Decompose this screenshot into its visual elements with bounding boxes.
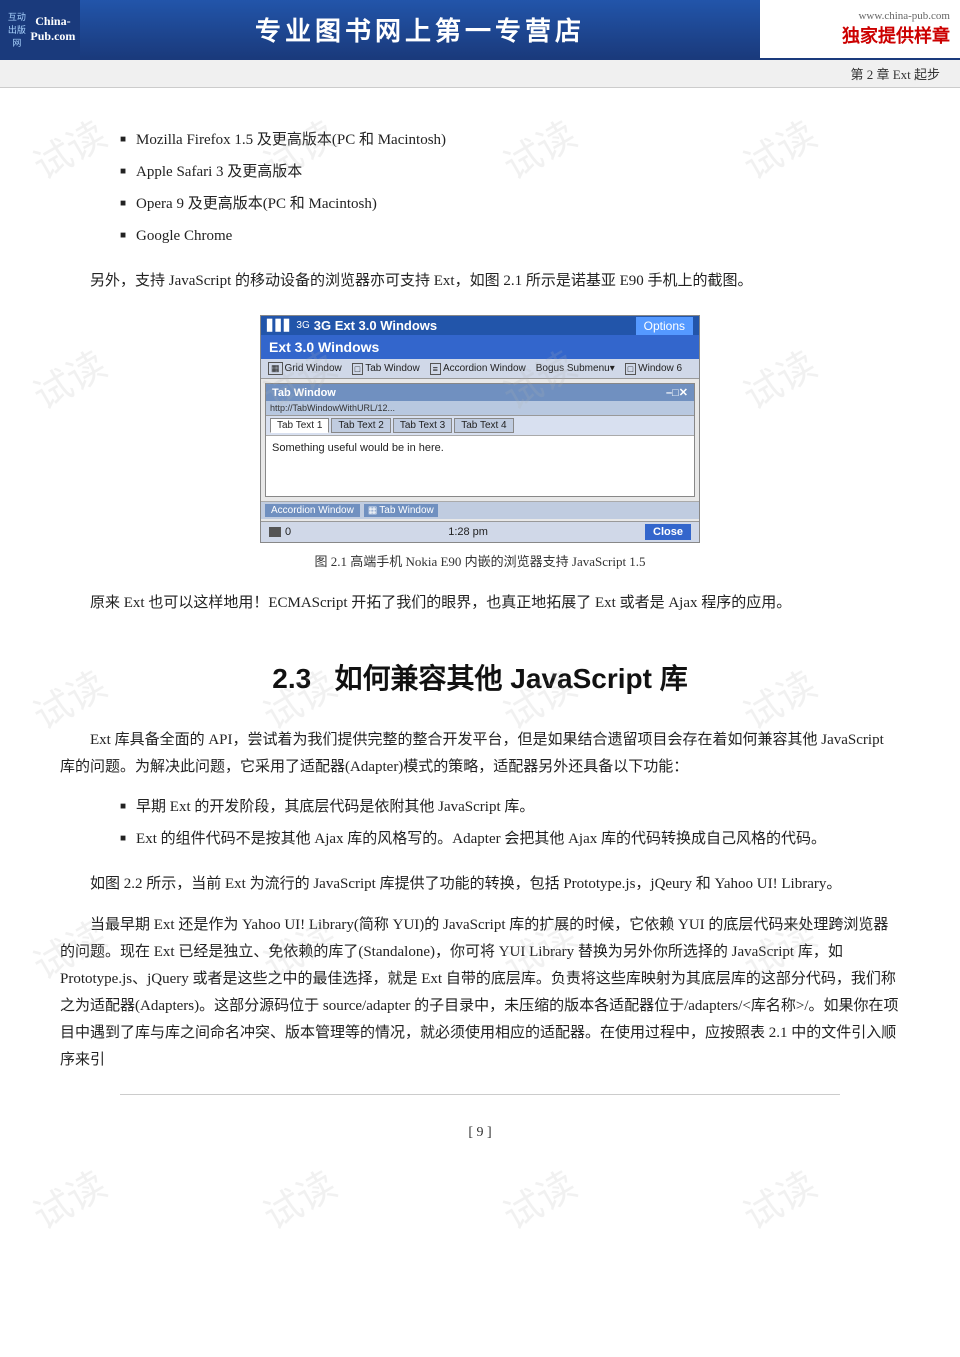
- exclusive-label: 独家提供样章: [842, 22, 950, 48]
- paragraph-3: Ext 库具备全面的 API，尝试着为我们提供完整的整合开发平台，但是如果结合遗…: [60, 727, 900, 781]
- nav-accordion: ≡ Accordion Window: [427, 362, 529, 376]
- chapter-label: 第 2 章 Ext 起步: [850, 64, 940, 83]
- list-item: Opera 9 及更高版本(PC 和 Macintosh): [120, 192, 900, 216]
- phone-bottom-bar: 0 1:28 pm Close: [261, 521, 699, 542]
- logo-site: China-Pub.com: [30, 14, 76, 44]
- ext-window-title: 3G Ext 3.0 Windows: [314, 318, 437, 333]
- logo-top: 互动出版网: [4, 10, 30, 49]
- list-item: Ext 的组件代码不是按其他 Ajax 库的风格写的。Adapter 会把其他 …: [120, 827, 900, 851]
- figure-1: ▋▋▋ 3G 3G Ext 3.0 Windows Options Ext 3.…: [60, 315, 900, 570]
- header-right: www.china-pub.com 独家提供样章: [760, 0, 960, 58]
- menu-icon: [269, 527, 281, 537]
- phone-status-bar: ▋▋▋ 3G 3G Ext 3.0 Windows Options: [261, 316, 699, 335]
- options-btn: Options: [636, 319, 693, 333]
- nav-bogus: Bogus Submenu▾: [533, 362, 618, 375]
- list-item: Mozilla Firefox 1.5 及更高版本(PC 和 Macintosh…: [120, 128, 900, 152]
- header-center: 专业图书网上第一专营店: [80, 0, 760, 58]
- logo: 互动出版网 China-Pub.com: [0, 0, 80, 58]
- list-item: 早期 Ext 的开发阶段，其底层代码是依附其他 JavaScript 库。: [120, 795, 900, 819]
- browser-list: Mozilla Firefox 1.5 及更高版本(PC 和 Macintosh…: [120, 128, 900, 248]
- phone-nav-bar: ▦ Grid Window □ Tab Window ≡ Accordion W…: [261, 359, 699, 379]
- tab-1: Tab Text 1: [270, 418, 329, 433]
- window-content: Something useful would be in here.: [266, 436, 694, 496]
- bottom-left: 0: [269, 526, 291, 538]
- list-item: Apple Safari 3 及更高版本: [120, 160, 900, 184]
- network-label: 3G: [296, 320, 309, 331]
- accordion-item-2: ▦ Tab Window: [364, 504, 438, 517]
- ext-title-bar: Ext 3.0 Windows: [261, 335, 699, 359]
- accordion-item-1: Accordion Window: [265, 504, 360, 517]
- page-header: 互动出版网 China-Pub.com 专业图书网上第一专营店 www.chin…: [0, 0, 960, 60]
- tab-4: Tab Text 4: [454, 418, 513, 433]
- website-url: www.china-pub.com: [858, 10, 950, 22]
- section-title: 2.3 如何兼容其他 JavaScript 库: [60, 657, 900, 697]
- tab-3: Tab Text 3: [393, 418, 452, 433]
- phone-screenshot: ▋▋▋ 3G 3G Ext 3.0 Windows Options Ext 3.…: [260, 315, 700, 543]
- close-button[interactable]: Close: [645, 524, 691, 540]
- figure-caption: 图 2.1 高端手机 Nokia E90 内嵌的浏览器支持 JavaScript…: [314, 551, 645, 570]
- window-tabs: Tab Text 1 Tab Text 2 Tab Text 3 Tab Tex…: [266, 416, 694, 436]
- feature-list: 早期 Ext 的开发阶段，其底层代码是依附其他 JavaScript 库。 Ex…: [120, 795, 900, 851]
- nav-tab: □ Tab Window: [349, 362, 423, 376]
- tab-window: Tab Window –□✕ http://TabWindowWithURL/1…: [265, 383, 695, 497]
- paragraph-4: 如图 2.2 所示，当前 Ext 为流行的 JavaScript 库提供了功能的…: [60, 871, 900, 898]
- nav-grid: ▦ Grid Window: [265, 361, 345, 376]
- paragraph-2: 原来 Ext 也可以这样地用！ECMAScript 开拓了我们的眼界，也真正地拓…: [60, 590, 900, 617]
- page-number: [ 9 ]: [60, 1125, 900, 1141]
- accordion-bar: Accordion Window ▦ Tab Window: [261, 501, 699, 519]
- main-content: Mozilla Firefox 1.5 及更高版本(PC 和 Macintosh…: [0, 88, 960, 1181]
- signal-icon: ▋▋▋: [267, 319, 292, 332]
- section-heading: 2.3 如何兼容其他 JavaScript 库: [60, 657, 900, 697]
- bottom-divider: [120, 1094, 840, 1095]
- url-bar: http://TabWindowWithURL/12...: [266, 401, 694, 416]
- site-tagline: 专业图书网上第一专营店: [255, 11, 585, 48]
- list-item: Google Chrome: [120, 224, 900, 248]
- chapter-bar: 第 2 章 Ext 起步: [0, 60, 960, 88]
- tab-2: Tab Text 2: [331, 418, 390, 433]
- status-left: ▋▋▋ 3G 3G Ext 3.0 Windows: [267, 318, 437, 333]
- paragraph-5: 当最早期 Ext 还是作为 Yahoo UI! Library(简称 YUI)的…: [60, 912, 900, 1074]
- window-title-bar: Tab Window –□✕: [266, 384, 694, 401]
- nav-window6: □ Window 6: [622, 362, 685, 376]
- paragraph-1: 另外，支持 JavaScript 的移动设备的浏览器亦可支持 Ext，如图 2.…: [60, 268, 900, 295]
